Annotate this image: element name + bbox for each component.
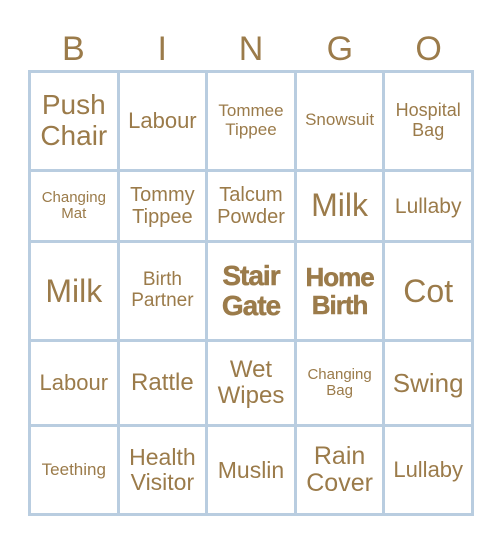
bingo-cell[interactable]: Milk bbox=[293, 168, 386, 244]
bingo-cell[interactable]: Snowsuit bbox=[293, 70, 386, 172]
bingo-cell[interactable]: Hospital Bag bbox=[382, 70, 474, 172]
bingo-cell[interactable]: Health Visitor bbox=[116, 424, 209, 516]
bingo-cell[interactable]: Changing Mat bbox=[28, 168, 120, 244]
header-letter-g: G bbox=[326, 30, 354, 68]
bingo-cell[interactable]: Home Birth bbox=[293, 240, 386, 343]
bingo-cell[interactable]: Tommee Tippee bbox=[205, 70, 297, 172]
bingo-cell[interactable]: Stair Gate bbox=[205, 240, 297, 343]
bingo-cell[interactable]: Labour bbox=[28, 339, 120, 428]
bingo-cell[interactable]: Swing bbox=[382, 339, 474, 428]
header-letter-o: O bbox=[415, 30, 442, 68]
bingo-cell[interactable]: Wet Wipes bbox=[205, 339, 297, 428]
header-letter-n: N bbox=[238, 30, 264, 68]
bingo-cell[interactable]: Push Chair bbox=[28, 70, 120, 172]
bingo-row: Milk Birth Partner Stair Gate Home Birth Cot bbox=[28, 240, 474, 343]
bingo-card: Push Chair Labour Tommee Tippee Snowsuit Hos… bbox=[28, 70, 474, 516]
header-letter-i: I bbox=[157, 30, 167, 68]
bingo-cell[interactable]: Milk bbox=[28, 240, 120, 343]
bingo-cell[interactable]: Lullaby bbox=[382, 424, 474, 516]
bingo-header: B I N G O bbox=[29, 28, 473, 70]
bingo-cell[interactable]: Changing Bag bbox=[293, 339, 386, 428]
bingo-cell[interactable]: Rain Cover bbox=[293, 424, 386, 516]
bingo-row: Push Chair Labour Tommee Tippee Snowsuit Hos… bbox=[28, 70, 474, 172]
bingo-row: Labour Rattle Wet Wipes Changing Bag Swing bbox=[28, 339, 474, 428]
bingo-cell[interactable]: Birth Partner bbox=[116, 240, 209, 343]
bingo-row: Teething Health Visitor Muslin Rain Cover Lu… bbox=[28, 424, 474, 516]
bingo-cell[interactable]: Cot bbox=[382, 240, 474, 343]
bingo-cell[interactable]: Lullaby bbox=[382, 168, 474, 244]
bingo-cell[interactable]: Teething bbox=[28, 424, 120, 516]
bingo-cell[interactable]: Tommy Tippee bbox=[116, 168, 209, 244]
bingo-cell[interactable]: Talcum Powder bbox=[205, 168, 297, 244]
bingo-cell[interactable]: Labour bbox=[116, 70, 209, 172]
header-letter-b: B bbox=[62, 30, 85, 68]
bingo-cell[interactable]: Muslin bbox=[205, 424, 297, 516]
bingo-cell[interactable]: Rattle bbox=[116, 339, 209, 428]
bingo-row: Changing Mat Tommy Tippee Talcum Powder Mil… bbox=[28, 168, 474, 244]
